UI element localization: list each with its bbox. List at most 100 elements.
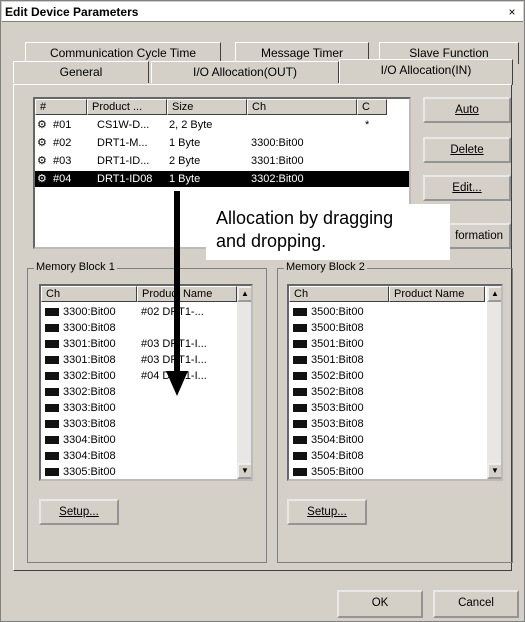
memory-chip-icon bbox=[293, 468, 307, 477]
col-header-number[interactable]: # bbox=[35, 99, 87, 115]
device-ch: 3301:Bit00 bbox=[251, 155, 304, 167]
memory-row-ch: 3502:Bit08 bbox=[293, 384, 364, 400]
mb2-col-header-ch[interactable]: Ch bbox=[289, 286, 389, 302]
memory-row-ch: 3301:Bit08 bbox=[45, 352, 116, 368]
memory-row-ch: 3301:Bit00 bbox=[45, 336, 116, 352]
memory-chip-icon bbox=[293, 372, 307, 381]
memory-block-2-list[interactable]: Ch Product Name 3500:Bit00 3500:Bit08 3501… bbox=[287, 284, 503, 481]
device-row-selected[interactable]: ⚙ #04 DRT1-ID08 1 Byte 3302:Bit00 bbox=[35, 171, 409, 187]
tab-general[interactable]: General bbox=[13, 61, 149, 83]
annotation-line-1: Allocation by dragging bbox=[216, 208, 394, 228]
information-button-label: formation bbox=[455, 230, 503, 242]
col-header-size[interactable]: Size bbox=[167, 99, 247, 115]
memory-row-ch: 3302:Bit00 bbox=[45, 368, 116, 384]
memory-row-ch-text: 3503:Bit00 bbox=[311, 402, 364, 414]
device-num: #02 bbox=[53, 137, 72, 149]
memory-chip-icon bbox=[293, 388, 307, 397]
memory-row-ch: 3500:Bit00 bbox=[293, 304, 364, 320]
memory-row-ch-text: 3505:Bit00 bbox=[311, 466, 364, 478]
memory-chip-icon bbox=[45, 452, 59, 461]
memory-chip-icon bbox=[45, 340, 59, 349]
memory-chip-icon bbox=[45, 372, 59, 381]
device-size: 1 Byte bbox=[169, 173, 201, 185]
memory-row-ch-text: 3502:Bit08 bbox=[311, 386, 364, 398]
mb2-col-header-product[interactable]: Product Name bbox=[389, 286, 485, 302]
edit-button-label: Edit... bbox=[452, 182, 482, 194]
ok-button[interactable]: OK bbox=[337, 590, 423, 618]
dialog-window: Edit Device Parameters × Communication C… bbox=[0, 0, 525, 622]
col-header-c[interactable]: C bbox=[357, 99, 387, 115]
memory-block-1-label: Memory Block 1 bbox=[34, 261, 117, 273]
memory-row-ch: 3304:Bit00 bbox=[45, 432, 116, 448]
auto-button-label: Auto bbox=[455, 104, 479, 116]
memory-row-ch: 3304:Bit08 bbox=[45, 448, 116, 464]
window-title: Edit Device Parameters bbox=[5, 5, 139, 19]
memory-row-ch: 3504:Bit08 bbox=[293, 448, 364, 464]
scroll-down-icon[interactable]: ▼ bbox=[237, 463, 251, 479]
annotation-callout: Allocation by dragging and dropping. bbox=[206, 204, 450, 260]
device-row[interactable]: ⚙ #02 DRT1-M... 1 Byte 3300:Bit00 bbox=[35, 135, 409, 151]
memory-row-ch-text: 3302:Bit00 bbox=[63, 370, 116, 382]
mb2-scrollbar[interactable]: ▲ ▼ bbox=[487, 286, 501, 479]
memory-block-1-list[interactable]: Ch Product Name 3300:Bit00 #02 DRT1-... 33… bbox=[39, 284, 253, 481]
memory-chip-icon bbox=[45, 420, 59, 429]
memory-chip-icon bbox=[45, 468, 59, 477]
scroll-up-icon[interactable]: ▲ bbox=[237, 286, 251, 302]
memory-row-ch: 3503:Bit00 bbox=[293, 400, 364, 416]
memory-row-ch-text: 3500:Bit08 bbox=[311, 322, 364, 334]
tab-io-allocation-in[interactable]: I/O Allocation(IN) bbox=[339, 59, 513, 85]
edit-button[interactable]: Edit... bbox=[423, 175, 511, 201]
memory-row-ch: 3302:Bit08 bbox=[45, 384, 116, 400]
scroll-up-icon[interactable]: ▲ bbox=[487, 286, 501, 302]
scroll-down-icon[interactable]: ▼ bbox=[487, 463, 501, 479]
memory-row-ch-text: 3305:Bit00 bbox=[63, 466, 116, 478]
auto-button[interactable]: Auto bbox=[423, 97, 511, 123]
device-product: DRT1-ID... bbox=[97, 155, 150, 167]
setup-button-2[interactable]: Setup... bbox=[287, 499, 367, 525]
mb1-col-header-ch[interactable]: Ch bbox=[41, 286, 137, 302]
memory-row-ch: 3303:Bit00 bbox=[45, 400, 116, 416]
setup-button-1[interactable]: Setup... bbox=[39, 499, 119, 525]
title-bar: Edit Device Parameters × bbox=[2, 2, 523, 22]
device-product: CS1W-D... bbox=[97, 119, 150, 131]
device-row[interactable]: ⚙ #01 CS1W-D... 2, 2 Byte * bbox=[35, 117, 409, 133]
memory-chip-icon bbox=[45, 404, 59, 413]
device-c: * bbox=[365, 119, 370, 131]
memory-row-ch-text: 3504:Bit00 bbox=[311, 434, 364, 446]
memory-row-ch-text: 3303:Bit00 bbox=[63, 402, 116, 414]
device-icon: ⚙ bbox=[37, 155, 47, 167]
memory-row-ch-text: 3501:Bit00 bbox=[311, 338, 364, 350]
cancel-button[interactable]: Cancel bbox=[433, 590, 519, 618]
annotation-line-2: and dropping. bbox=[216, 231, 327, 251]
device-num: #03 bbox=[53, 155, 72, 167]
memory-row-ch: 3501:Bit08 bbox=[293, 352, 364, 368]
device-row[interactable]: ⚙ #03 DRT1-ID... 2 Byte 3301:Bit00 bbox=[35, 153, 409, 169]
memory-row-ch-text: 3301:Bit08 bbox=[63, 354, 116, 366]
memory-row-ch: 3305:Bit00 bbox=[45, 464, 116, 479]
col-header-product[interactable]: Product ... bbox=[87, 99, 167, 115]
device-icon: ⚙ bbox=[37, 119, 47, 131]
memory-row-ch: 3504:Bit00 bbox=[293, 432, 364, 448]
close-button[interactable]: × bbox=[504, 5, 520, 19]
device-product: DRT1-M... bbox=[97, 137, 148, 149]
memory-row-ch-text: 3500:Bit00 bbox=[311, 306, 364, 318]
memory-row-ch-text: 3502:Bit00 bbox=[311, 370, 364, 382]
tab-io-allocation-out[interactable]: I/O Allocation(OUT) bbox=[151, 61, 339, 83]
memory-block-2-label: Memory Block 2 bbox=[284, 261, 367, 273]
device-size: 2 Byte bbox=[169, 155, 201, 167]
memory-row-ch-text: 3304:Bit08 bbox=[63, 450, 116, 462]
memory-row-ch-text: 3300:Bit00 bbox=[63, 306, 116, 318]
memory-chip-icon bbox=[293, 436, 307, 445]
memory-row-ch-text: 3302:Bit08 bbox=[63, 386, 116, 398]
col-header-ch[interactable]: Ch bbox=[247, 99, 357, 115]
delete-button[interactable]: Delete bbox=[423, 137, 511, 163]
device-ch: 3302:Bit00 bbox=[251, 173, 304, 185]
drag-arrow-icon bbox=[166, 191, 188, 396]
memory-row-ch-text: 3303:Bit08 bbox=[63, 418, 116, 430]
memory-row-ch: 3303:Bit08 bbox=[45, 416, 116, 432]
device-num: #04 bbox=[53, 173, 72, 185]
device-size: 1 Byte bbox=[169, 137, 201, 149]
mb1-scrollbar[interactable]: ▲ ▼ bbox=[237, 286, 251, 479]
memory-row-ch-text: 3503:Bit08 bbox=[311, 418, 364, 430]
memory-chip-icon bbox=[293, 420, 307, 429]
